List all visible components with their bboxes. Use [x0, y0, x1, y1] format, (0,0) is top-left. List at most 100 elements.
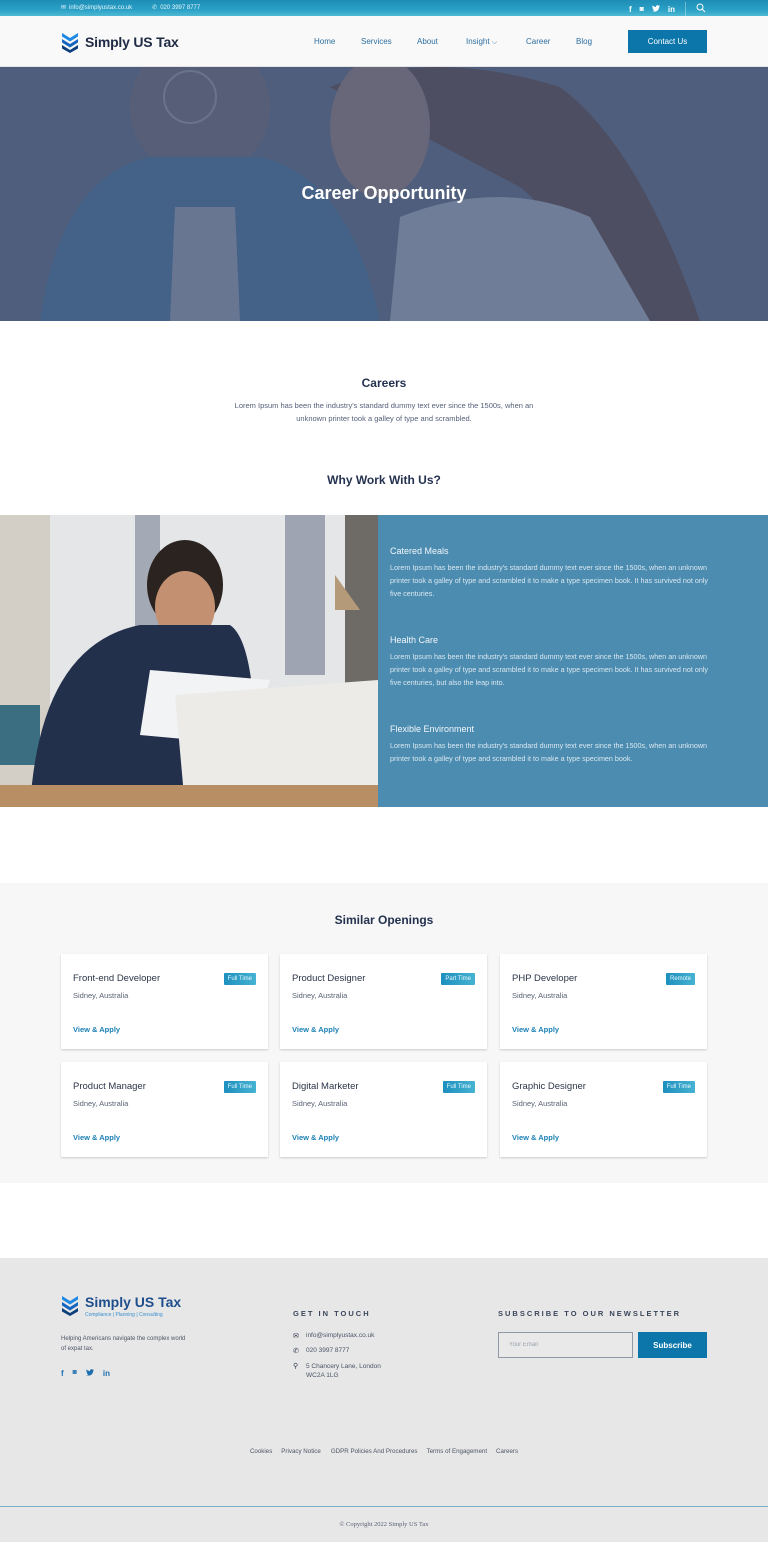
job-location: Sidney, Australia [73, 991, 129, 1000]
view-apply-link[interactable]: View & Apply [512, 1025, 559, 1034]
footer-link-gdpr[interactable]: GDPR Policies And Procedures [331, 1448, 418, 1455]
nav-home[interactable]: Home [314, 37, 335, 46]
get-in-touch-heading: GET IN TOUCH [293, 1309, 371, 1318]
facebook-icon[interactable]: f [61, 1369, 64, 1378]
footer-divider [0, 1506, 768, 1507]
mail-icon: ✉ [61, 5, 67, 11]
job-title: Product Designer [292, 973, 366, 984]
benefit-text: Lorem Ipsum has been the industry's stan… [390, 741, 708, 763]
footer-logo-text: Simply US Tax [85, 1294, 182, 1310]
woman-with-laptop-image [0, 515, 378, 807]
map-pin-icon: ⚲ [293, 1363, 299, 1370]
logo-chevrons-icon [62, 1296, 78, 1316]
twitter-icon[interactable] [651, 4, 660, 14]
footer-phone-row[interactable]: ✆ 020 3997 8777 [293, 1347, 396, 1355]
main-header: Simply US Tax Home Services About Insigh… [0, 16, 768, 67]
linkedin-icon[interactable]: in [103, 1369, 110, 1378]
careers-title: Careers [361, 376, 407, 390]
footer-tagline: Compliance | Planning | Consulting [85, 1312, 163, 1318]
careers-text: Lorem Ipsum has been the industry's stan… [234, 401, 534, 423]
job-type-badge: Full Time [223, 973, 256, 985]
linkedin-icon[interactable]: in [668, 5, 675, 14]
subscribe-button[interactable]: Subscribe [638, 1332, 707, 1358]
newsletter-email-input[interactable] [498, 1332, 633, 1358]
phone-icon: ✆ [152, 5, 158, 11]
footer-link-privacy[interactable]: Privacy Notice [281, 1448, 321, 1455]
footer-link-careers[interactable]: Careers [496, 1448, 518, 1455]
hero-banner: Career Opportunity [0, 67, 768, 321]
instagram-icon[interactable]: ◙ [73, 1369, 77, 1378]
job-card: Product Designer Part Time Sidney, Austr… [280, 954, 487, 1049]
why-work-image [0, 515, 378, 807]
why-work-title: Why Work With Us? [327, 473, 441, 487]
view-apply-link[interactable]: View & Apply [73, 1133, 120, 1142]
facebook-icon[interactable]: f [629, 5, 632, 14]
search-icon[interactable] [696, 3, 706, 15]
divider [685, 2, 686, 16]
job-title: Graphic Designer [512, 1081, 586, 1092]
footer-link-terms[interactable]: Terms of Engagement [427, 1448, 488, 1455]
top-contact: ✉ info@simplyustax.co.uk ✆ 020 3997 8777 [61, 4, 201, 12]
job-type-badge: Part Time [441, 973, 475, 985]
job-location: Sidney, Australia [512, 991, 568, 1000]
view-apply-link[interactable]: View & Apply [292, 1133, 339, 1142]
logo[interactable]: Simply US Tax [61, 31, 179, 53]
footer-link-cookies[interactable]: Cookies [250, 1448, 272, 1455]
nav-insight[interactable]: Insight ⌵ [466, 37, 497, 47]
openings-title: Similar Openings [334, 913, 434, 927]
top-email[interactable]: ✉ info@simplyustax.co.uk [61, 4, 133, 12]
instagram-icon[interactable]: ◙ [640, 6, 644, 13]
job-title: Front-end Developer [73, 973, 161, 984]
view-apply-link[interactable]: View & Apply [512, 1133, 559, 1142]
footer: Simply US Tax Compliance | Planning | Co… [0, 1258, 768, 1542]
job-title: Product Manager [73, 1081, 146, 1092]
footer-social: f ◙ in [61, 1369, 110, 1378]
job-location: Sidney, Australia [73, 1099, 129, 1108]
job-type-badge: Full Time [442, 1081, 475, 1093]
job-location: Sidney, Australia [292, 991, 348, 1000]
top-phone-text: 020 3997 8777 [160, 4, 201, 11]
mail-icon: ✉ [293, 1333, 299, 1340]
footer-address: 5 Chancery Lane, London WC2A 1LG [306, 1363, 381, 1379]
phone-icon: ✆ [293, 1348, 299, 1355]
job-location: Sidney, Australia [292, 1099, 348, 1108]
footer-email-row[interactable]: ✉ info@simplyustax.co.uk [293, 1332, 396, 1340]
job-type-badge: Full Time [223, 1081, 256, 1093]
view-apply-link[interactable]: View & Apply [292, 1025, 339, 1034]
job-card: Front-end Developer Full Time Sidney, Au… [61, 954, 268, 1049]
twitter-bird-shape [651, 4, 660, 12]
nav-insight-label: Insight [466, 37, 490, 46]
job-type-badge: Remote [665, 973, 695, 985]
benefit-text: Lorem Ipsum has been the industry's stan… [390, 652, 709, 687]
benefit-item: Catered Meals Lorem Ipsum has been the i… [390, 546, 710, 600]
footer-links: Cookies Privacy Notice GDPR Policies And… [0, 1448, 768, 1455]
job-card: Digital Marketer Full Time Sidney, Austr… [280, 1062, 487, 1157]
footer-phone: 020 3997 8777 [306, 1347, 350, 1354]
nav-blog[interactable]: Blog [576, 37, 592, 46]
view-apply-link[interactable]: View & Apply [73, 1025, 120, 1034]
benefit-title: Flexible Environment [390, 724, 475, 734]
top-phone[interactable]: ✆ 020 3997 8777 [152, 4, 201, 12]
benefit-item: Flexible Environment Lorem Ipsum has bee… [390, 724, 710, 766]
newsletter-heading: SUBSCRIBE TO OUR NEWSLETTER [498, 1309, 682, 1318]
job-card: PHP Developer Remote Sidney, Australia V… [500, 954, 707, 1049]
top-email-text: info@simplyustax.co.uk [69, 4, 133, 11]
top-social: f ◙ in [629, 2, 706, 16]
job-title: Digital Marketer [292, 1081, 359, 1092]
footer-logo[interactable]: Simply US Tax Compliance | Planning | Co… [61, 1294, 181, 1318]
benefit-item: Health Care Lorem Ipsum has been the ind… [390, 635, 710, 689]
nav-about[interactable]: About [417, 37, 438, 46]
footer-description: Helping Americans navigate the complex w… [61, 1336, 186, 1352]
twitter-bird-shape [85, 1369, 94, 1376]
benefit-title: Health Care [390, 635, 439, 645]
benefit-title: Catered Meals [390, 546, 449, 556]
magnifier-shape [696, 3, 706, 13]
nav-career[interactable]: Career [526, 37, 550, 46]
contact-us-button[interactable]: Contact Us [628, 30, 707, 53]
twitter-icon[interactable] [85, 1369, 94, 1378]
job-title: PHP Developer [512, 973, 578, 984]
benefits-panel: Catered Meals Lorem Ipsum has been the i… [378, 515, 768, 807]
job-type-badge: Full Time [662, 1081, 695, 1093]
chevron-down-icon: ⌵ [491, 39, 498, 46]
nav-services[interactable]: Services [361, 37, 392, 46]
